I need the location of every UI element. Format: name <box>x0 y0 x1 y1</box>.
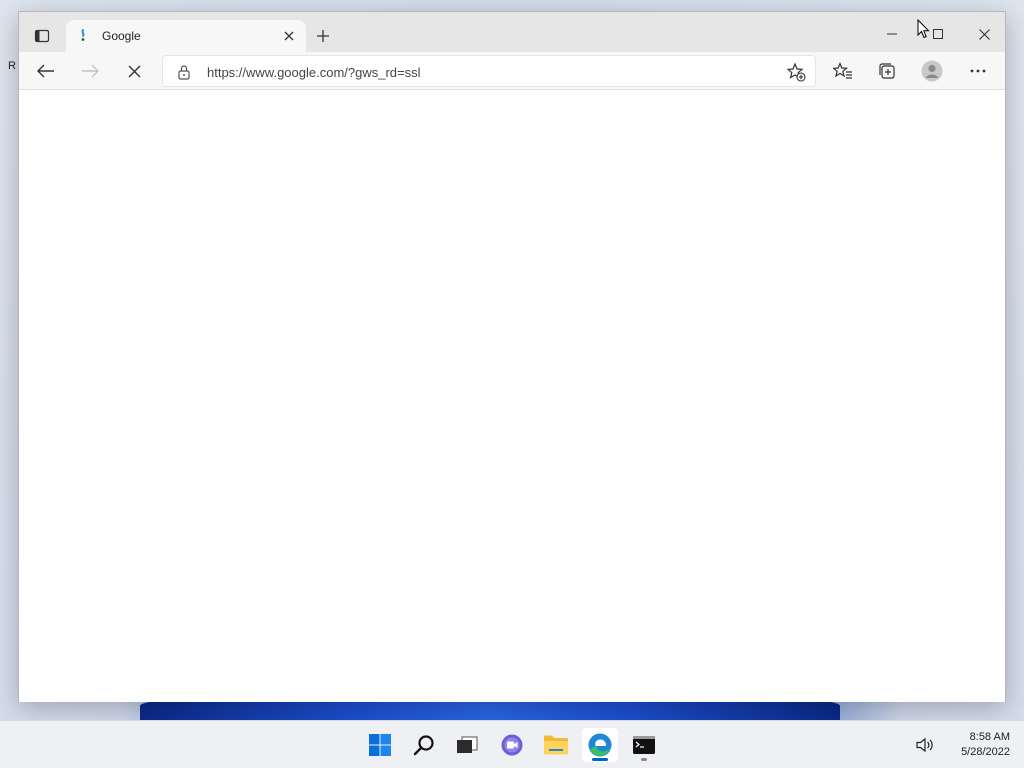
star-add-icon <box>786 62 806 82</box>
plus-icon <box>317 30 329 42</box>
desktop-item-label[interactable]: R <box>8 60 16 72</box>
profile-button[interactable] <box>916 56 948 86</box>
folder-icon <box>544 735 568 755</box>
search-button[interactable] <box>406 728 442 762</box>
title-bar[interactable]: Google <box>19 12 1005 52</box>
minimize-icon <box>887 33 897 35</box>
collections-button[interactable] <box>871 56 903 86</box>
forward-button[interactable] <box>74 56 106 86</box>
favorites-icon <box>833 62 852 79</box>
favorites-button[interactable] <box>827 56 859 86</box>
tab-close-button[interactable] <box>280 27 298 45</box>
google-favicon-icon <box>81 29 85 41</box>
edge-taskbar-button[interactable] <box>582 728 618 762</box>
clock-time: 8:58 AM <box>969 731 1010 743</box>
task-view-button[interactable] <box>449 728 485 762</box>
stop-icon <box>128 65 140 77</box>
task-view-icon <box>457 736 478 753</box>
back-button[interactable] <box>30 56 62 86</box>
minimize-button[interactable] <box>869 20 915 48</box>
forward-arrow-icon <box>82 64 99 78</box>
profile-icon <box>921 60 943 82</box>
stop-loading-button[interactable] <box>118 56 150 86</box>
tab-actions-button[interactable] <box>27 22 57 50</box>
system-clock[interactable]: 8:58 AM 5/28/2022 <box>944 730 1010 760</box>
file-explorer-button[interactable] <box>538 728 574 762</box>
url-input[interactable] <box>207 62 767 82</box>
more-button[interactable] <box>962 56 994 86</box>
browser-toolbar <box>19 52 1005 90</box>
search-icon <box>413 735 434 756</box>
close-icon <box>978 28 990 40</box>
chat-button[interactable] <box>494 728 530 762</box>
active-app-indicator <box>592 758 608 761</box>
terminal-icon <box>633 736 655 754</box>
maximize-icon <box>933 29 943 39</box>
tab-google[interactable]: Google <box>66 20 306 52</box>
close-icon <box>284 31 294 41</box>
taskbar: 8:58 AM 5/28/2022 <box>0 720 1024 768</box>
more-icon <box>970 69 986 73</box>
windows-start-icon <box>369 734 391 756</box>
start-button[interactable] <box>362 728 398 762</box>
back-arrow-icon <box>37 64 54 78</box>
address-bar[interactable] <box>162 55 816 87</box>
lock-icon[interactable] <box>177 64 191 80</box>
running-app-indicator <box>641 758 647 761</box>
tab-title: Google <box>102 29 141 43</box>
new-tab-button[interactable] <box>311 24 335 48</box>
page-content <box>19 91 1005 702</box>
edge-icon <box>588 733 612 757</box>
volume-button[interactable] <box>914 735 936 755</box>
clock-date: 5/28/2022 <box>961 746 1010 758</box>
volume-icon <box>916 737 933 753</box>
chat-icon <box>501 734 523 756</box>
add-favorite-button[interactable] <box>785 61 807 83</box>
close-window-button[interactable] <box>961 20 1007 48</box>
collections-icon <box>879 63 895 79</box>
mouse-cursor-icon <box>917 19 930 39</box>
tab-actions-icon <box>34 29 50 43</box>
terminal-button[interactable] <box>626 728 662 762</box>
browser-window: Google <box>18 11 1006 702</box>
